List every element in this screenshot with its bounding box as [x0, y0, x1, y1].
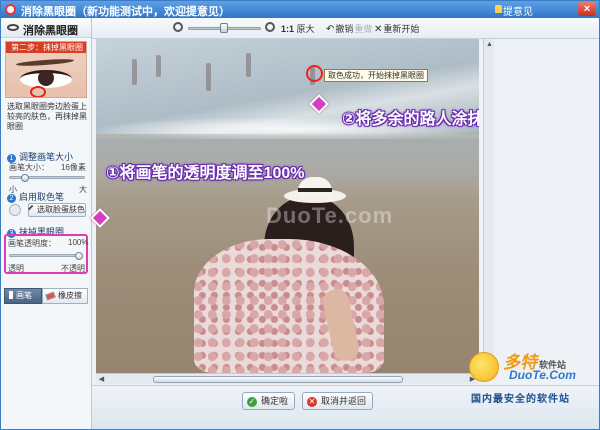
zoom-slider-knob[interactable] [220, 23, 228, 33]
zoom-out-icon[interactable] [173, 22, 183, 32]
cancel-label: 取消并返回 [321, 396, 367, 406]
eyedropper-icon [27, 204, 37, 214]
opacity-value: 100% [68, 238, 89, 247]
preview-red-circle [30, 86, 46, 97]
bottom-bar: ✓ 确定啦 ✕ 取消并返回 多特 软件站 DuoTe.Com 国内最安全的软件站 [92, 352, 599, 429]
actual-size-ratio: 1:1 [281, 24, 295, 34]
panel-title: 消除黑眼圈 [23, 25, 78, 37]
opacity-knob[interactable] [75, 252, 83, 260]
left-panel: 消除黑眼圈 第二步：抹掉黑眼圈 选取黑眼圈旁边脸蛋上较亮的肤色，再抹掉黑眼圈 1… [1, 18, 92, 429]
opacity-max-label: 不透明 [61, 264, 85, 273]
close-button[interactable]: × [578, 2, 596, 16]
restart-icon: ✕ [374, 24, 383, 35]
brush-tool-label: 画笔 [16, 291, 32, 300]
tool-switcher: 画笔 橡皮擦 [4, 288, 88, 304]
color-picked-tooltip: 取色成功，开始抹掉黑眼圈 [324, 69, 428, 82]
actual-size-button[interactable]: 1:1 原大 [281, 22, 315, 35]
eraser-icon [45, 291, 56, 301]
brush-size-label: 画笔大小： [9, 163, 49, 172]
canvas-area[interactable]: DuoTe.com 取色成功，开始抹掉黑眼圈 ②将多余的路人涂抹掉 ①将画笔的透… [90, 39, 599, 385]
cancel-icon: ✕ [307, 397, 317, 407]
background-person [246, 53, 251, 77]
redo-label: 重做 [354, 24, 373, 34]
pick-skin-color-button[interactable]: 选取脸蛋肤色 [27, 203, 86, 217]
opacity-min-label: 透明 [8, 264, 24, 273]
eraser-tool-button[interactable]: 橡皮擦 [42, 288, 88, 304]
duote-logo: 多特 软件站 DuoTe.Com 国内最安全的软件站 [469, 346, 594, 408]
restart-button[interactable]: ✕重新开始 [374, 22, 419, 35]
scroll-left-arrow-icon[interactable]: ◀ [97, 375, 106, 384]
brush-size-value: 16像素 [61, 163, 86, 172]
top-toolbar: 1:1 原大 ↶撤销 ↷重做 ✕重新开始 [92, 18, 599, 39]
opacity-slider[interactable] [9, 254, 83, 257]
window-title: 消除黑眼圈（新功能测试中，欢迎提意见） [21, 6, 230, 18]
logo-url: DuoTe.Com [509, 368, 576, 382]
pick-skin-color-label: 选取脸蛋肤色 [37, 205, 85, 214]
color-picker-toggle[interactable] [9, 204, 21, 216]
hat-band [298, 188, 332, 192]
beach-photo[interactable]: DuoTe.com 取色成功，开始抹掉黑眼圈 ②将多余的路人涂抹掉 ①将画笔的透… [96, 39, 479, 373]
annotation-remove-passersby: ②将多余的路人涂抹掉 [342, 111, 479, 128]
logo-slogan: 国内最安全的软件站 [471, 394, 570, 405]
horizontal-scrollbar[interactable]: ◀ ▶ [96, 373, 479, 384]
preview-step-banner: 第二步：抹掉黑眼圈 [6, 42, 86, 53]
app-icon [5, 4, 16, 15]
eye-icon [7, 24, 19, 31]
brush-tool-button[interactable]: 画笔 [4, 288, 42, 304]
feedback-link[interactable]: 提意见 [503, 3, 533, 18]
redo-icon: ↷ [345, 24, 354, 35]
feedback-icon[interactable] [495, 5, 502, 13]
zoom-in-icon[interactable] [265, 22, 275, 32]
brush-size-knob[interactable] [21, 174, 29, 182]
eraser-tool-label: 橡皮擦 [58, 291, 82, 300]
app-window: 消除黑眼圈（新功能测试中，欢迎提意见） 提意见 × 消除黑眼圈 第二步：抹掉黑眼… [0, 0, 600, 430]
panel-header: 消除黑眼圈 [1, 18, 91, 38]
title-bar: 消除黑眼圈（新功能测试中，欢迎提意见） 提意见 × [1, 1, 599, 18]
preview-image: 第二步：抹掉黑眼圈 [5, 41, 87, 98]
background-person [206, 63, 211, 91]
confirm-label: 确定啦 [261, 396, 289, 406]
opacity-label: 画笔透明度： [8, 239, 56, 248]
step-2-number: 2 [7, 194, 16, 203]
brush-cursor-circle [306, 65, 323, 82]
watermark: DuoTe.com [266, 203, 394, 228]
confirm-button[interactable]: ✓ 确定啦 [242, 392, 296, 410]
actual-size-label: 原大 [296, 24, 315, 34]
redo-button[interactable]: ↷重做 [345, 22, 372, 35]
step-2-heading: 2 启用取色笔 [7, 190, 64, 203]
scroll-up-arrow-icon[interactable]: ▲ [485, 40, 494, 49]
instruction-text: 选取黑眼圈旁边脸蛋上较亮的肤色，再抹掉黑眼圈 [7, 102, 87, 131]
step-1-label: 调整画笔大小 [19, 152, 74, 162]
step-2-label: 启用取色笔 [19, 192, 65, 202]
brush-icon [9, 291, 13, 299]
preview-brow [15, 57, 75, 68]
background-person [156, 55, 161, 77]
check-icon: ✓ [247, 397, 257, 407]
restart-label: 重新开始 [383, 24, 420, 34]
mascot-icon [469, 352, 499, 382]
preview-iris [38, 70, 54, 86]
vertical-scrollbar[interactable]: ▲ ▼ [483, 39, 494, 373]
horizontal-scroll-thumb[interactable] [153, 376, 403, 383]
background-person [132, 59, 137, 85]
size-max-label: 大 [79, 185, 87, 194]
cancel-button[interactable]: ✕ 取消并返回 [302, 392, 374, 410]
annotation-set-opacity: ①将画笔的透明度调至100% [106, 165, 305, 182]
undo-icon: ↶ [326, 24, 335, 35]
